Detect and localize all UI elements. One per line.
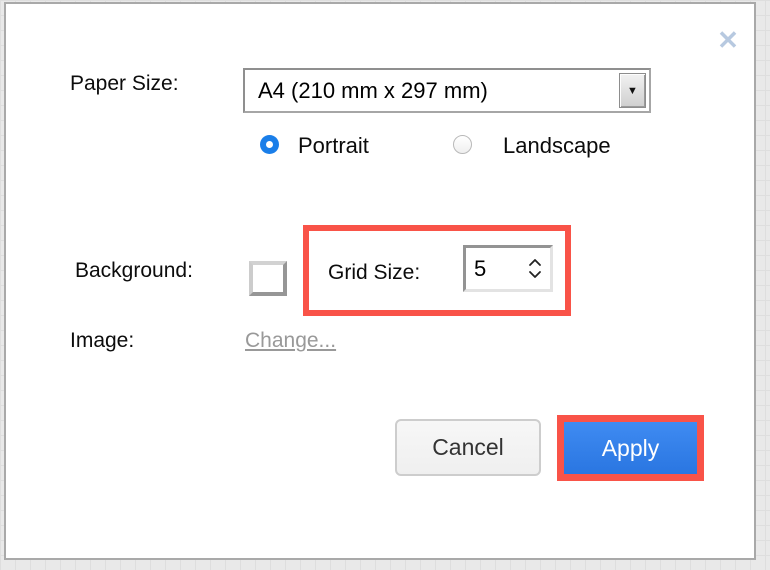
page-setup-dialog: ✕ Paper Size: A4 (210 mm x 297 mm) ▼ Por… (4, 2, 756, 560)
image-label: Image: (70, 328, 134, 354)
landscape-radio-label[interactable]: Landscape (503, 132, 611, 160)
paper-size-selected-value: A4 (210 mm x 297 mm) (245, 78, 488, 104)
stepper-arrows (526, 254, 544, 284)
chevron-down-icon: ▼ (619, 73, 646, 108)
stepper-up-icon[interactable] (528, 258, 542, 267)
portrait-radio[interactable] (260, 135, 279, 154)
grid-size-label: Grid Size: (328, 260, 420, 286)
apply-highlight-box: Apply (557, 415, 704, 481)
background-color-swatch[interactable] (249, 261, 287, 296)
grid-size-spinner (463, 245, 553, 292)
cancel-button[interactable]: Cancel (395, 419, 541, 476)
portrait-radio-label[interactable]: Portrait (298, 132, 369, 160)
paper-size-label: Paper Size: (70, 71, 179, 97)
canvas-background: { "dialog": { "close_symbol": "✕", "pape… (0, 0, 770, 570)
landscape-radio[interactable] (453, 135, 472, 154)
grid-size-input[interactable] (466, 256, 514, 282)
paper-size-select[interactable]: A4 (210 mm x 297 mm) ▼ (243, 68, 651, 113)
close-icon[interactable]: ✕ (712, 24, 744, 56)
stepper-down-icon[interactable] (528, 270, 542, 279)
image-change-link[interactable]: Change... (245, 328, 336, 354)
background-label: Background: (75, 258, 193, 284)
apply-button[interactable]: Apply (564, 422, 697, 474)
